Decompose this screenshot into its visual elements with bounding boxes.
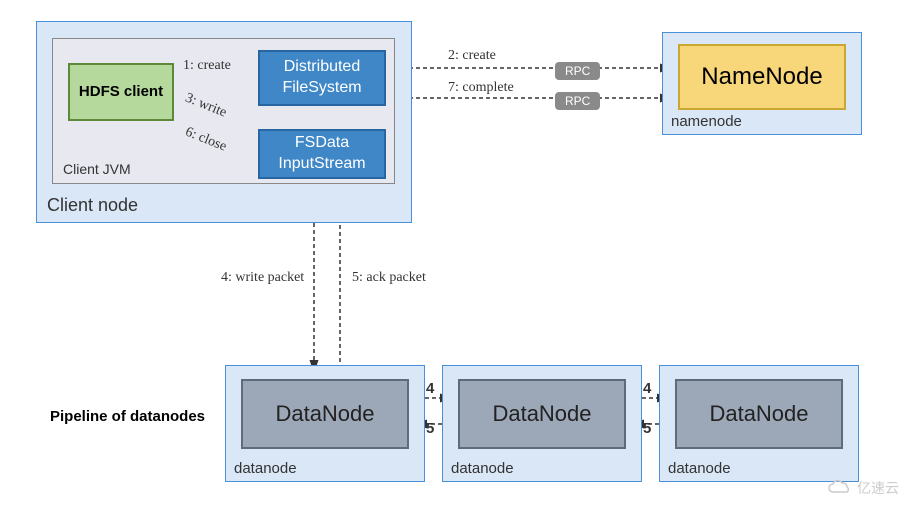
hdfs-client-box: HDFS client <box>68 63 174 121</box>
datanode-box-2: DataNode <box>458 379 626 449</box>
datanode-box-3: DataNode <box>675 379 843 449</box>
datanode-outer-label-2: datanode <box>451 460 514 477</box>
edge-num-4-a: 4 <box>426 380 434 397</box>
hdfs-client-label: HDFS client <box>79 83 163 101</box>
datanode-box-1: DataNode <box>241 379 409 449</box>
client-node-label: Client node <box>47 195 138 216</box>
edge-label-1-create: 1: create <box>183 58 231 74</box>
client-jvm-label: Client JVM <box>63 161 131 177</box>
datanode-outer-label-1: datanode <box>234 460 297 477</box>
namenode-outer-label: namenode <box>671 113 742 130</box>
datanode-label-1: DataNode <box>275 401 374 427</box>
edge-num-5-a: 5 <box>426 420 434 437</box>
distributed-filesystem-box: Distributed FileSystem <box>258 50 386 106</box>
fsdata-inputstream-label: FSData InputStream <box>260 133 384 175</box>
namenode-label: NameNode <box>701 63 822 91</box>
edge-num-4-b: 4 <box>643 380 651 397</box>
pipeline-label: Pipeline of datanodes <box>50 408 205 425</box>
edge-label-7-complete: 7: complete <box>448 80 514 96</box>
edge-num-5-b: 5 <box>643 420 651 437</box>
edge-label-4-write-packet: 4: write packet <box>221 270 304 286</box>
distributed-filesystem-label: Distributed FileSystem <box>260 57 384 99</box>
watermark-text: 亿速云 <box>857 480 899 496</box>
datanode-label-3: DataNode <box>709 401 808 427</box>
rpc-badge-2: RPC <box>555 92 600 110</box>
rpc-badge-1: RPC <box>555 62 600 80</box>
edge-label-5-ack-packet: 5: ack packet <box>352 270 426 286</box>
edge-label-2-create: 2: create <box>448 48 496 64</box>
namenode-box: NameNode <box>678 44 846 110</box>
datanode-label-2: DataNode <box>492 401 591 427</box>
watermark: 亿速云 <box>827 478 899 499</box>
cloud-icon <box>827 480 853 499</box>
datanode-outer-label-3: datanode <box>668 460 731 477</box>
fsdata-inputstream-box: FSData InputStream <box>258 129 386 179</box>
